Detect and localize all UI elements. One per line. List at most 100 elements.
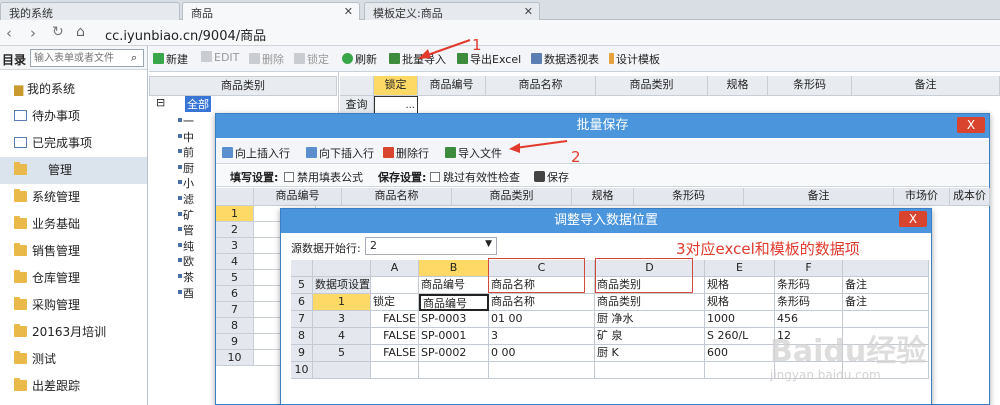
- pivot-button[interactable]: 数据透视表: [531, 51, 599, 67]
- tree-node[interactable]: 前: [183, 144, 194, 160]
- grid-cell[interactable]: SP-0001: [419, 328, 489, 345]
- grid-header-cell[interactable]: 规格: [572, 188, 634, 206]
- grid-cell[interactable]: [371, 277, 419, 294]
- tree-node[interactable]: 茶: [183, 269, 194, 285]
- sidebar-item[interactable]: 测试: [0, 346, 147, 373]
- sidebar-root[interactable]: ▆ 我的系统: [0, 76, 147, 103]
- reload-icon[interactable]: ↻: [52, 24, 64, 40]
- grid-header-cell[interactable]: 商品名称: [342, 188, 452, 206]
- refresh-button[interactable]: 刷新: [342, 51, 377, 67]
- close-icon[interactable]: ✕: [524, 5, 533, 18]
- sidebar-search-input[interactable]: [30, 49, 144, 67]
- sidebar-item[interactable]: 待办事项: [0, 103, 147, 130]
- delete-button[interactable]: 删除: [249, 51, 284, 67]
- save-button[interactable]: 保存: [534, 169, 569, 185]
- sidebar-item[interactable]: 业务基础: [0, 211, 147, 238]
- insert-down-button[interactable]: 向下插入行: [306, 145, 374, 161]
- grid-header-cell[interactable]: 商品类别: [596, 76, 708, 96]
- grid-cell[interactable]: [705, 362, 775, 379]
- grid-header-cell[interactable]: 备注: [744, 188, 894, 206]
- tree-node[interactable]: 矿: [183, 207, 194, 223]
- import-file-button[interactable]: 导入文件: [445, 145, 502, 161]
- grid-cell[interactable]: 备注: [843, 294, 929, 311]
- grid-cell[interactable]: 厨 K: [595, 345, 705, 362]
- tree-node[interactable]: 纯: [183, 238, 194, 254]
- grid-cell[interactable]: 3: [489, 328, 595, 345]
- grid-header-cell[interactable]: 市场价: [894, 188, 950, 206]
- sidebar-item[interactable]: 管理: [0, 157, 147, 184]
- grid-cell[interactable]: 商品编号: [419, 294, 489, 311]
- tree-expander-icon[interactable]: ⊟: [156, 96, 165, 109]
- grid-header-cell[interactable]: 商品编号: [254, 188, 342, 206]
- grid-cell[interactable]: [595, 362, 705, 379]
- checkbox[interactable]: [284, 172, 294, 182]
- grid-cell[interactable]: FALSE: [371, 345, 419, 362]
- grid-cell[interactable]: FALSE: [371, 311, 419, 328]
- forward-icon[interactable]: ›: [30, 24, 36, 42]
- close-button[interactable]: X: [899, 211, 927, 227]
- grid-cell[interactable]: 商品名称: [489, 294, 595, 311]
- close-button[interactable]: X: [957, 117, 985, 133]
- grid-cell[interactable]: 规格: [705, 294, 775, 311]
- grid-cell[interactable]: FALSE: [371, 328, 419, 345]
- grid-header-cell[interactable]: 商品类别: [452, 188, 572, 206]
- back-icon[interactable]: ‹: [6, 24, 12, 42]
- grid-header-cell[interactable]: 备注: [852, 76, 1000, 96]
- grid-cell[interactable]: 600: [705, 345, 775, 362]
- url-field[interactable]: cc.iyunbiao.cn/9004/商品: [105, 25, 266, 44]
- grid-cell[interactable]: 1000: [705, 311, 775, 328]
- tree-node-all[interactable]: 全部: [185, 96, 211, 112]
- grid-header-cell[interactable]: 成本价: [950, 188, 990, 206]
- grid-header-cell[interactable]: 商品名称: [486, 76, 596, 96]
- grid-cell[interactable]: SP-0002: [419, 345, 489, 362]
- grid-cell[interactable]: SP-0003: [419, 311, 489, 328]
- browser-tab-product[interactable]: 商品 ✕: [182, 2, 360, 20]
- grid-cell[interactable]: S 260/L: [705, 328, 775, 345]
- grid-cell[interactable]: 厨 净水: [595, 311, 705, 328]
- grid-cell[interactable]: 01 00: [489, 311, 595, 328]
- sidebar-item[interactable]: 系统管理: [0, 184, 147, 211]
- grid-cell[interactable]: [419, 362, 489, 379]
- sidebar-item[interactable]: 仓库管理: [0, 265, 147, 292]
- tree-node[interactable]: 酉: [183, 285, 194, 301]
- tree-node[interactable]: 中: [183, 129, 194, 145]
- new-button[interactable]: 新建: [153, 51, 188, 67]
- close-icon[interactable]: ✕: [344, 5, 353, 18]
- grid-cell[interactable]: 备注: [843, 277, 929, 294]
- sidebar-item[interactable]: 采购管理: [0, 292, 147, 319]
- grid-header-cell[interactable]: 条形码: [768, 76, 852, 96]
- checkbox[interactable]: [430, 172, 440, 182]
- search-icon[interactable]: ⌕: [131, 51, 137, 65]
- grid-header-cell[interactable]: 锁定: [374, 76, 418, 96]
- tree-node[interactable]: 欧: [183, 253, 194, 269]
- grid-cell[interactable]: 条形码: [775, 294, 843, 311]
- sidebar-item[interactable]: 出差跟踪: [0, 373, 147, 400]
- grid-cell[interactable]: 商品编号: [419, 277, 489, 294]
- sidebar-item[interactable]: 已完成事项: [0, 130, 147, 157]
- edit-button[interactable]: EDIT: [201, 51, 239, 64]
- tree-node[interactable]: 滤: [183, 191, 194, 207]
- grid-cell[interactable]: 条形码: [775, 277, 843, 294]
- grid-cell[interactable]: 锁定: [371, 294, 419, 311]
- browser-tab-my-system[interactable]: 我的系统: [0, 2, 180, 20]
- sidebar-item[interactable]: 销售管理: [0, 238, 147, 265]
- tree-node[interactable]: 一: [183, 113, 194, 129]
- grid-header-cell[interactable]: 条形码: [634, 188, 744, 206]
- sidebar-item[interactable]: 20163月培训: [0, 319, 147, 346]
- skip-check-checkbox[interactable]: 跳过有效性检查: [428, 169, 520, 185]
- lock-button[interactable]: 锁定: [294, 51, 329, 67]
- design-template-button[interactable]: 设计模板: [609, 51, 660, 67]
- grid-cell[interactable]: [489, 362, 595, 379]
- home-icon[interactable]: ⌂: [76, 24, 85, 40]
- grid-header-cell[interactable]: 规格: [708, 76, 768, 96]
- grid-cell[interactable]: 商品类别: [595, 294, 705, 311]
- grid-cell[interactable]: [371, 362, 419, 379]
- start-row-select[interactable]: 2 ▼: [365, 237, 497, 255]
- delete-row-button[interactable]: 删除行: [383, 145, 429, 161]
- grid-cell[interactable]: 规格: [705, 277, 775, 294]
- tree-node[interactable]: 小: [183, 175, 194, 191]
- tree-node[interactable]: 厨: [183, 160, 194, 176]
- grid-header-cell[interactable]: 商品编号: [418, 76, 486, 96]
- grid-cell[interactable]: 矿 泉: [595, 328, 705, 345]
- browser-tab-template[interactable]: 模板定义:商品 ✕: [364, 2, 540, 20]
